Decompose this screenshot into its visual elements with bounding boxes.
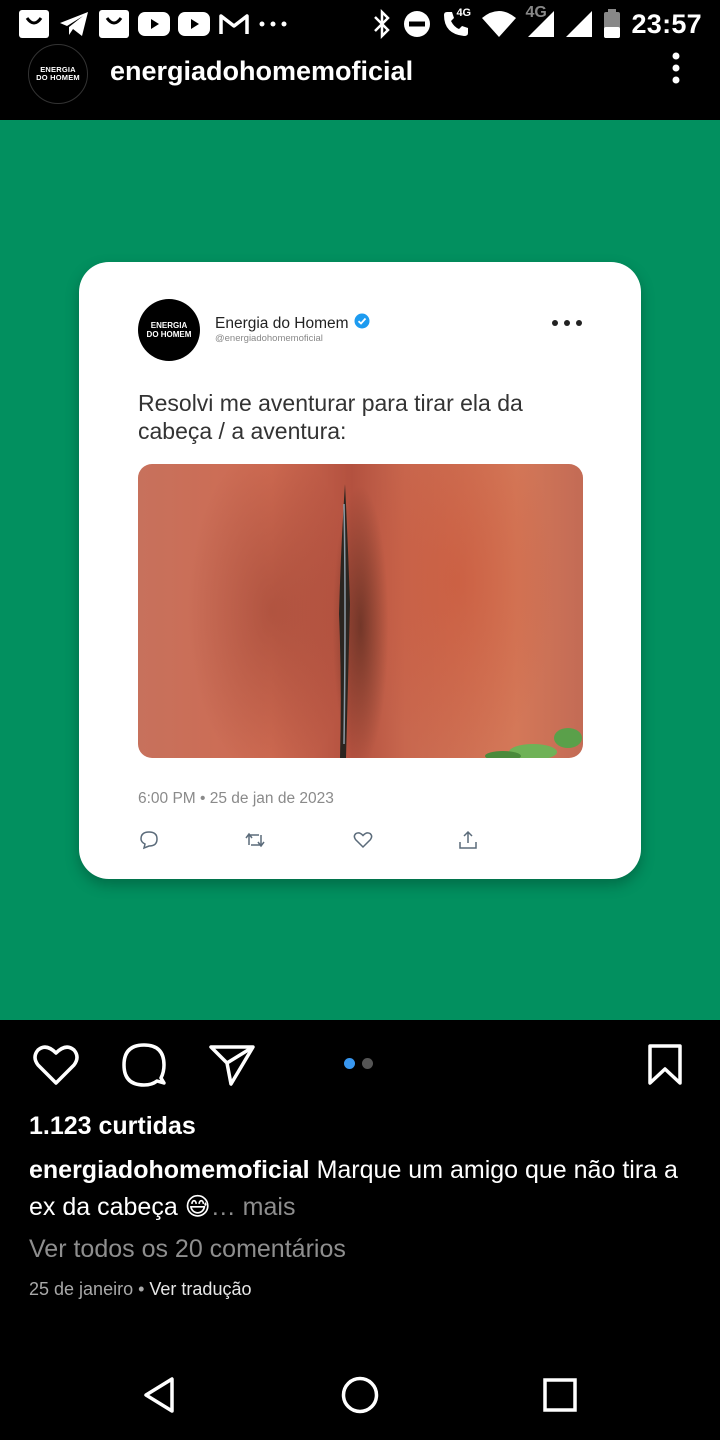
share-icon bbox=[457, 829, 479, 851]
volte-call-icon: 4G bbox=[441, 7, 472, 39]
telegram-icon bbox=[58, 10, 90, 38]
wifi-icon bbox=[481, 10, 517, 38]
account-avatar[interactable]: ENERGIA DO HOMEM bbox=[28, 44, 88, 104]
signal-icon: 4G bbox=[525, 4, 555, 38]
post-caption: energiadohomemoficial Marque um amigo qu… bbox=[29, 1152, 699, 1226]
more-options-icon[interactable] bbox=[660, 50, 692, 90]
tweet-name-text: Energia do Homem bbox=[215, 314, 349, 332]
caption-username[interactable]: energiadohomemoficial bbox=[29, 1156, 310, 1184]
carousel-dot bbox=[362, 1058, 373, 1069]
system-navigation-bar bbox=[0, 1350, 720, 1440]
do-not-disturb-icon bbox=[403, 10, 431, 38]
recents-icon bbox=[543, 1378, 577, 1412]
view-comments-link[interactable]: Ver todos os 20 comentários bbox=[29, 1235, 346, 1264]
shopping-bag-icon bbox=[18, 9, 50, 39]
network-type-label: 4G bbox=[525, 4, 547, 21]
back-icon bbox=[144, 1377, 174, 1413]
tweet-display-name: Energia do Homem bbox=[215, 313, 370, 334]
tweet-more-icon bbox=[551, 316, 583, 328]
tweet-handle: @energiadohomemoficial bbox=[215, 333, 323, 344]
signal-icon bbox=[565, 10, 593, 38]
post-action-bar bbox=[0, 1040, 720, 1096]
share-button[interactable] bbox=[207, 1040, 257, 1090]
verified-badge-icon bbox=[354, 313, 370, 334]
tweet-avatar-line-1: ENERGIA bbox=[150, 321, 188, 330]
avatar-text-line-2: DO HOMEM bbox=[36, 73, 80, 82]
rock-crevice bbox=[339, 484, 350, 758]
save-button[interactable] bbox=[640, 1040, 690, 1090]
carousel-indicator bbox=[344, 1058, 373, 1069]
gmail-icon bbox=[218, 12, 250, 36]
comment-button[interactable] bbox=[119, 1040, 169, 1090]
see-translation-link[interactable]: Ver tradução bbox=[149, 1279, 251, 1299]
home-button[interactable] bbox=[333, 1368, 387, 1422]
post-header: ENERGIA DO HOMEM energiadohomemoficial bbox=[0, 40, 720, 120]
tweet-actions bbox=[138, 829, 498, 853]
tweet-timestamp: 6:00 PM • 25 de jan de 2023 bbox=[138, 790, 334, 807]
shopping-bag-icon bbox=[98, 9, 130, 39]
bluetooth-icon bbox=[371, 9, 393, 39]
post-username[interactable]: energiadohomemoficial bbox=[110, 56, 413, 87]
likes-count[interactable]: 1.123 curtidas bbox=[29, 1112, 196, 1141]
back-button[interactable] bbox=[133, 1368, 187, 1422]
more-notifications-icon bbox=[258, 19, 288, 29]
caption-more-link[interactable]: … mais bbox=[211, 1193, 296, 1221]
green-plant bbox=[485, 728, 582, 758]
tweet-photo bbox=[138, 464, 583, 758]
retweet-icon bbox=[244, 829, 266, 851]
home-icon bbox=[341, 1376, 379, 1414]
volte-label: 4G bbox=[456, 7, 472, 19]
tweet-avatar-line-2: DO HOMEM bbox=[146, 330, 192, 339]
heart-icon bbox=[33, 1045, 79, 1085]
clock: 23:57 bbox=[631, 8, 702, 39]
carousel-dot-active bbox=[344, 1058, 355, 1069]
bookmark-icon bbox=[648, 1044, 682, 1085]
youtube-icon bbox=[178, 12, 210, 36]
post-media[interactable]: ENERGIA DO HOMEM Energia do Homem @energ… bbox=[0, 120, 720, 1020]
heart-icon bbox=[352, 829, 374, 851]
comment-icon bbox=[122, 1043, 166, 1087]
recents-button[interactable] bbox=[533, 1368, 587, 1422]
tweet-avatar: ENERGIA DO HOMEM bbox=[138, 299, 200, 361]
reply-icon bbox=[138, 829, 160, 851]
tweet-card: ENERGIA DO HOMEM Energia do Homem @energ… bbox=[79, 262, 641, 879]
caption-emoji: 😅 bbox=[184, 1193, 211, 1221]
like-button[interactable] bbox=[31, 1040, 81, 1090]
tweet-text: Resolvi me aventurar para tirar ela da c… bbox=[138, 390, 523, 444]
battery-icon bbox=[603, 9, 621, 39]
meta-separator: • bbox=[133, 1279, 150, 1299]
post-date: 25 de janeiro bbox=[29, 1279, 134, 1299]
post-meta: 25 de janeiro • Ver tradução bbox=[29, 1279, 251, 1300]
youtube-icon bbox=[138, 12, 170, 36]
send-icon bbox=[209, 1045, 255, 1086]
